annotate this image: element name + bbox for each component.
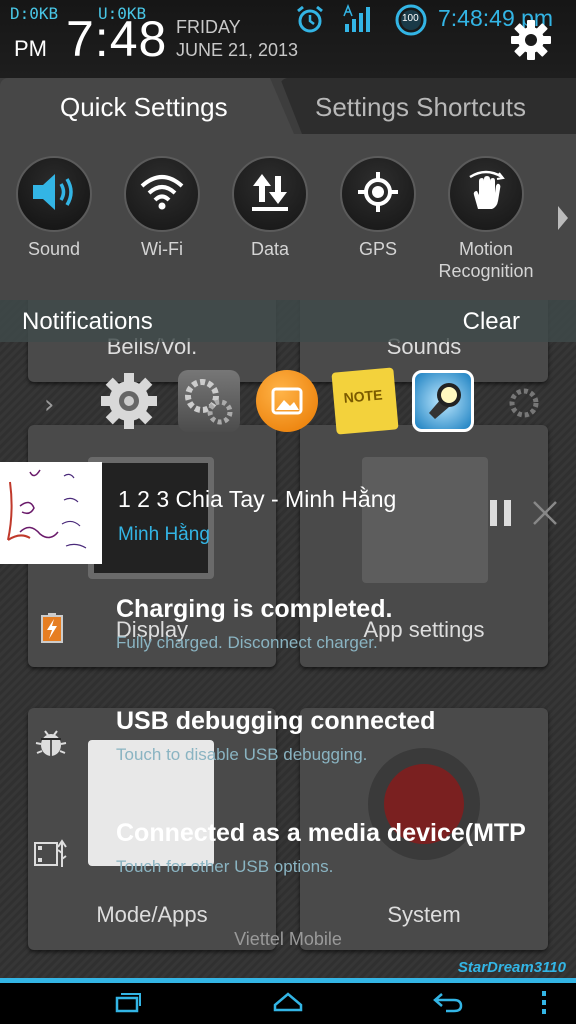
pause-button[interactable]: [490, 500, 512, 526]
notification-title: Connected as a media device(MTP: [116, 819, 526, 847]
toggle-gps[interactable]: GPS: [324, 156, 432, 276]
notifications-header: Notifications Clear: [0, 300, 576, 342]
back-arrow-icon: [432, 990, 464, 1018]
big-clock: 7:48: [66, 11, 168, 67]
home-icon: [272, 991, 304, 1017]
gears-app-icon[interactable]: [178, 370, 240, 432]
toggle-label: Sound: [27, 239, 81, 259]
toggle-circle: [16, 156, 92, 232]
recent-apps-icon: [114, 991, 142, 1017]
tab-label: Settings Shortcuts: [315, 92, 526, 122]
clear-button[interactable]: Clear: [463, 308, 520, 336]
notification-charging[interactable]: Charging is completed. Fully charged. Di…: [0, 593, 576, 693]
toggle-data[interactable]: Data: [216, 156, 324, 276]
close-icon[interactable]: [530, 498, 560, 528]
flashlight-app-icon[interactable]: [412, 370, 474, 432]
song-artist: Minh Hằng: [118, 524, 210, 545]
notification-usb-debugging[interactable]: USB debugging connected Touch to disable…: [0, 705, 576, 805]
quick-settings-toggles: Sound Wi-Fi Data GPS Motion Recognition: [0, 134, 576, 300]
toggle-label: Wi-Fi: [141, 239, 183, 259]
signal-icon: [342, 3, 376, 38]
notification-title: Charging is completed.: [116, 595, 393, 623]
net-download-speed: D:0KB: [10, 4, 59, 23]
gps-icon: [356, 170, 400, 218]
toggle-circle: [124, 156, 200, 232]
toggle-label: Data: [250, 239, 290, 259]
tab-quick-settings[interactable]: Quick Settings: [0, 78, 294, 134]
notifications-title: Notifications: [22, 308, 153, 335]
pause-bar: [490, 500, 497, 526]
home-button[interactable]: [258, 987, 318, 1021]
song-title: 1 2 3 Chia Tay - Minh Hằng: [118, 486, 397, 512]
clock-ampm: PM: [14, 36, 47, 61]
gear-outline-icon: [504, 383, 544, 427]
menu-button[interactable]: [514, 987, 574, 1021]
note-label-icon: NOTE: [342, 386, 384, 406]
chevron-left-icon: ›: [44, 390, 55, 420]
toggle-circle: [340, 156, 416, 232]
android-bug-icon: [34, 725, 68, 759]
alarm-icon: [294, 4, 326, 38]
speaker-icon: [29, 170, 79, 218]
battery-level-text: 100: [402, 13, 419, 24]
carrier-label: Viettel Mobile: [234, 929, 342, 949]
notification-subtitle: Touch to disable USB debugging.: [116, 745, 368, 764]
tab-settings-shortcuts[interactable]: Settings Shortcuts: [280, 78, 576, 134]
tab-label: Quick Settings: [60, 92, 228, 122]
data-arrows-icon: [248, 170, 292, 218]
battery-charging-icon: [40, 613, 74, 647]
music-notification[interactable]: 1 2 3 Chia Tay - Minh Hằng Minh Hằng: [0, 462, 576, 564]
overflow-menu-icon: [540, 990, 548, 1018]
settings-gear-icon[interactable]: [510, 19, 552, 65]
toggle-wifi[interactable]: Wi-Fi: [108, 156, 216, 276]
toggle-label: Motion Recognition: [438, 239, 534, 281]
notification-title: USB debugging connected: [116, 707, 436, 735]
toggle-circle: [448, 156, 524, 232]
quick-settings-panel: Settings Shortcuts Quick Settings Sound: [0, 78, 576, 300]
motion-hand-icon: [464, 169, 508, 219]
back-button[interactable]: [418, 987, 478, 1021]
notification-usb-media[interactable]: Connected as a media device(MTP Touch fo…: [0, 817, 576, 917]
pause-bar: [504, 500, 511, 526]
toggle-motion-recognition[interactable]: Motion Recognition: [432, 156, 540, 281]
navigation-bar: [0, 983, 576, 1024]
usb-media-icon: [34, 837, 68, 871]
toggle-sound[interactable]: Sound: [0, 156, 108, 276]
notification-subtitle: Fully charged. Disconnect charger.: [116, 633, 378, 652]
toggle-circle: [232, 156, 308, 232]
scroll-right-arrow-icon[interactable]: [558, 206, 568, 230]
wifi-icon: [139, 172, 185, 216]
note-app-icon[interactable]: NOTE: [331, 367, 399, 435]
settings-app-icon[interactable]: [98, 370, 160, 432]
date-text: JUNE 21, 2013: [176, 40, 299, 60]
day-of-week: FRIDAY: [176, 17, 241, 37]
notification-subtitle: Touch for other USB options.: [116, 857, 334, 876]
toggle-label: GPS: [358, 239, 397, 259]
status-bar: D:0KB U:0KB PM 7:48 FRIDAY JUNE 21, 2013…: [0, 0, 576, 78]
album-art: [0, 462, 102, 564]
gallery-app-icon[interactable]: [256, 370, 318, 432]
recent-apps-button[interactable]: [98, 987, 158, 1021]
brand-label: StarDream3110: [457, 959, 566, 976]
